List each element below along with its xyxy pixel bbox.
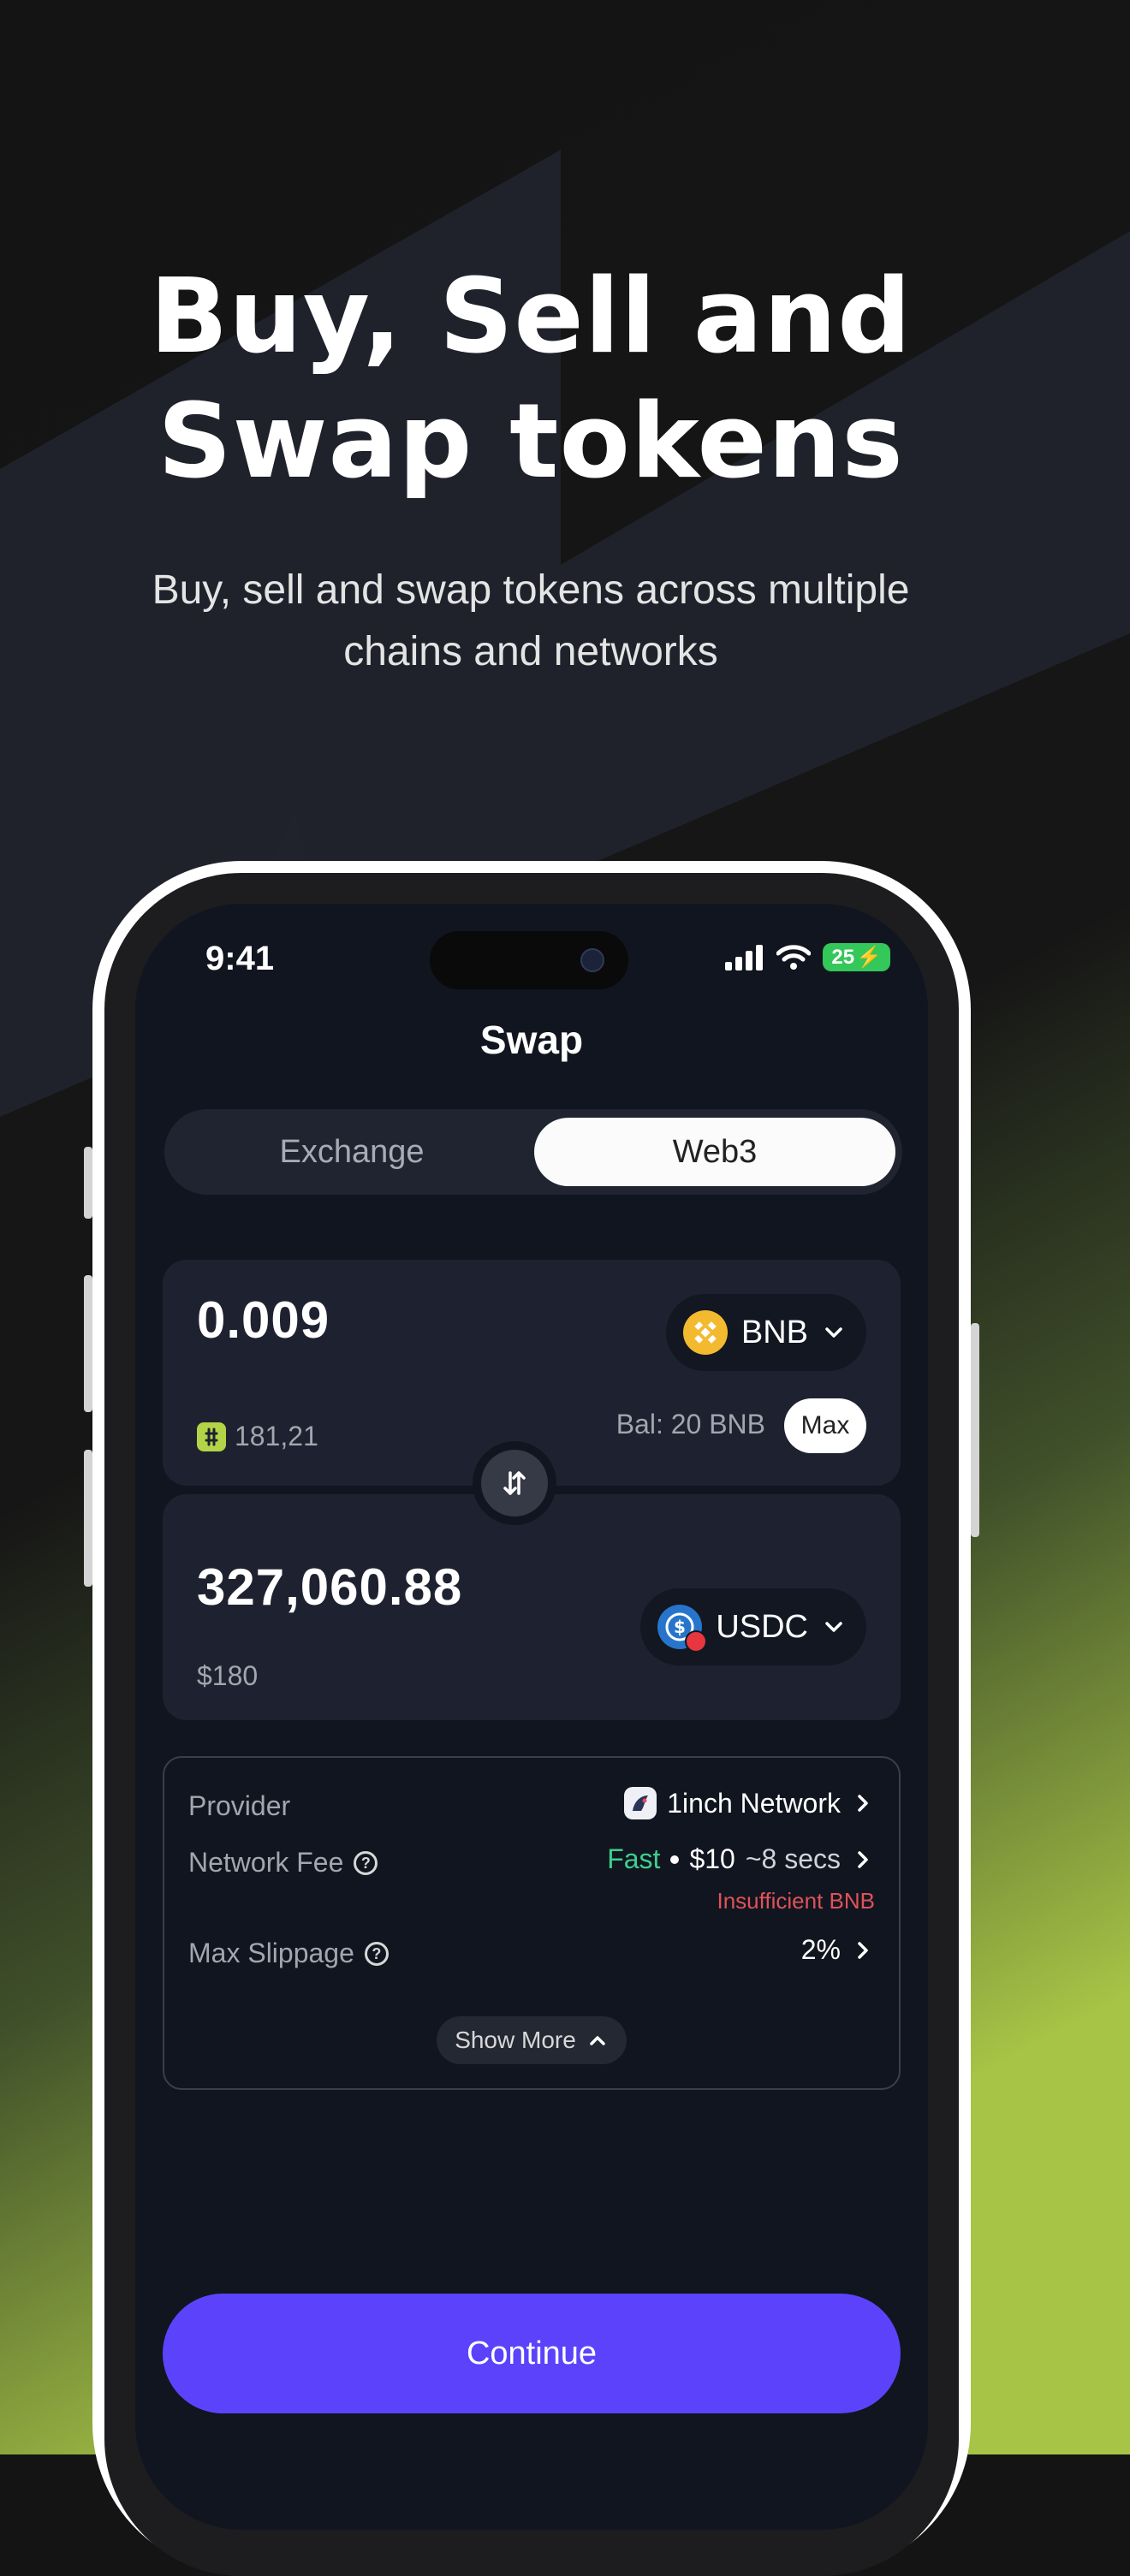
battery-level: 25 (831, 945, 855, 969)
headline-line-2: Swap tokens (158, 383, 904, 502)
phone-power-button (971, 1323, 979, 1537)
slippage-row[interactable]: 2% (801, 1934, 875, 1966)
phone-volume-up-button (84, 1275, 92, 1412)
show-more-button[interactable]: Show More (437, 2016, 627, 2064)
swap-mode-toggle: Exchange Web3 (164, 1109, 902, 1195)
from-amount-input[interactable]: 0.009 (197, 1291, 330, 1350)
charging-bolt-icon: ⚡ (856, 946, 882, 969)
swap-arrows-icon (503, 1471, 526, 1495)
dynamic-island (430, 931, 628, 989)
wifi-icon (776, 944, 812, 970)
camera-icon (580, 948, 604, 972)
to-fiat-value: $180 (197, 1660, 259, 1691)
currency-icon (197, 1422, 226, 1451)
signal-icon (725, 944, 764, 970)
provider-label: Provider (188, 1790, 290, 1822)
provider-name: 1inch Network (667, 1787, 841, 1819)
slippage-value: 2% (800, 1934, 841, 1965)
headline-line-1: Buy, Sell and (149, 258, 913, 377)
chevron-up-icon (590, 2036, 605, 2045)
to-token-card: 327,060.88 $ USDC $180 (163, 1494, 901, 1720)
phone-action-button (84, 1147, 92, 1219)
chevron-right-icon (858, 1941, 868, 1959)
from-fiat-row: 181,21 (197, 1421, 318, 1452)
chevron-right-icon (858, 1850, 868, 1868)
svg-text:$: $ (674, 1617, 686, 1637)
fee-amount: $10 (689, 1843, 735, 1874)
fee-warning: Insufficient BNB (717, 1888, 875, 1914)
from-fiat-value: 181,21 (235, 1421, 318, 1451)
bnb-token-icon (682, 1310, 728, 1355)
provider-row[interactable]: 1inch Network (624, 1787, 875, 1819)
subhead-line-2: chains and networks (343, 629, 718, 674)
status-time: 9:41 (205, 940, 275, 977)
network-fee-label-text: Network Fee (188, 1847, 344, 1878)
swap-details-panel: Provider 1inch Network Network Fee ? Fas… (163, 1756, 901, 2090)
fee-time: ~8 secs (745, 1843, 841, 1874)
phone-volume-down-button (84, 1450, 92, 1587)
network-fee-label: Network Fee ? (188, 1847, 378, 1879)
help-icon[interactable]: ? (354, 1850, 378, 1875)
continue-button[interactable]: Continue (163, 2294, 901, 2413)
from-token-symbol: BNB (740, 1314, 808, 1350)
marketing-headline: Buy, Sell and Swap tokens (0, 255, 1062, 505)
chain-badge-icon (685, 1630, 708, 1653)
show-more-label: Show More (455, 2027, 576, 2053)
tab-exchange[interactable]: Exchange (171, 1118, 532, 1186)
usdc-token-icon: $ (657, 1605, 708, 1653)
marketing-subhead: Buy, sell and swap tokens across multipl… (0, 560, 1062, 683)
from-token-selector[interactable]: BNB (665, 1294, 866, 1371)
battery-icon: 25 ⚡ (823, 943, 890, 971)
phone-screen: 9:41 25 ⚡ Swap Exchange Web3 0.009 BNB 1… (135, 904, 928, 2530)
status-icons: 25 ⚡ (725, 943, 890, 971)
dot-separator (670, 1855, 680, 1864)
max-button[interactable]: Max (784, 1398, 866, 1453)
to-token-selector[interactable]: $ USDC (640, 1588, 866, 1665)
chevron-down-icon (825, 1327, 842, 1338)
to-token-symbol: USDC (716, 1608, 808, 1645)
swap-direction-button[interactable] (473, 1441, 556, 1525)
chevron-right-icon (858, 1795, 868, 1812)
help-icon[interactable]: ? (364, 1941, 389, 1966)
network-fee-row[interactable]: Fast $10 ~8 secs (607, 1843, 875, 1875)
to-amount: 327,060.88 (197, 1558, 463, 1616)
slippage-label: Max Slippage ? (188, 1938, 389, 1969)
provider-label-text: Provider (188, 1790, 291, 1821)
subhead-line-1: Buy, sell and swap tokens across multipl… (152, 567, 910, 613)
page-title: Swap (479, 1018, 584, 1062)
fee-speed: Fast (607, 1843, 661, 1874)
provider-logo-icon (624, 1787, 657, 1819)
slippage-label-text: Max Slippage (188, 1938, 354, 1968)
chevron-down-icon (825, 1622, 842, 1632)
from-balance: Bal: 20 BNB (616, 1409, 765, 1439)
tab-web3[interactable]: Web3 (534, 1118, 895, 1186)
